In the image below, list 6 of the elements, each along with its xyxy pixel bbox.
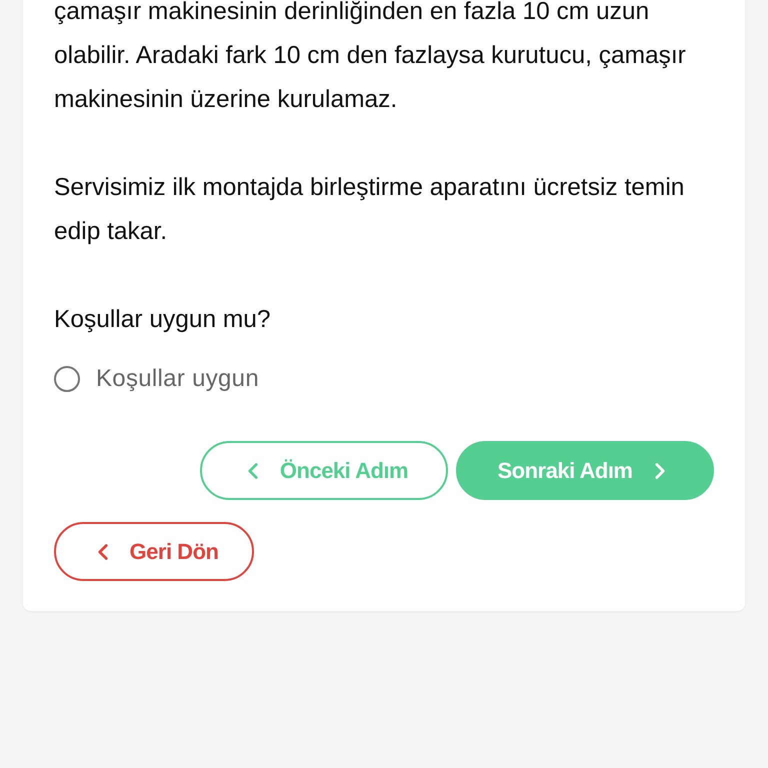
question-text: Koşullar uygun mu?: [54, 305, 272, 335]
radio-button[interactable]: [54, 366, 80, 392]
info-paragraph: Servisimiz ilk montajda birleştirme aparatını ücretsiz temin edip takar.: [54, 173, 686, 247]
info-paragraph: çamaşır makinesinin derinliğinden en fazla 10 cm uzun olabilir. Aradaki fark 10 cm den fazlaysa kurutucu, çamaşır makinesinin üzerine kurulamaz.: [54, 0, 687, 115]
option-label[interactable]: Koşullar uygun: [96, 365, 259, 393]
go-back-button[interactable]: Geri Dön: [54, 522, 254, 581]
